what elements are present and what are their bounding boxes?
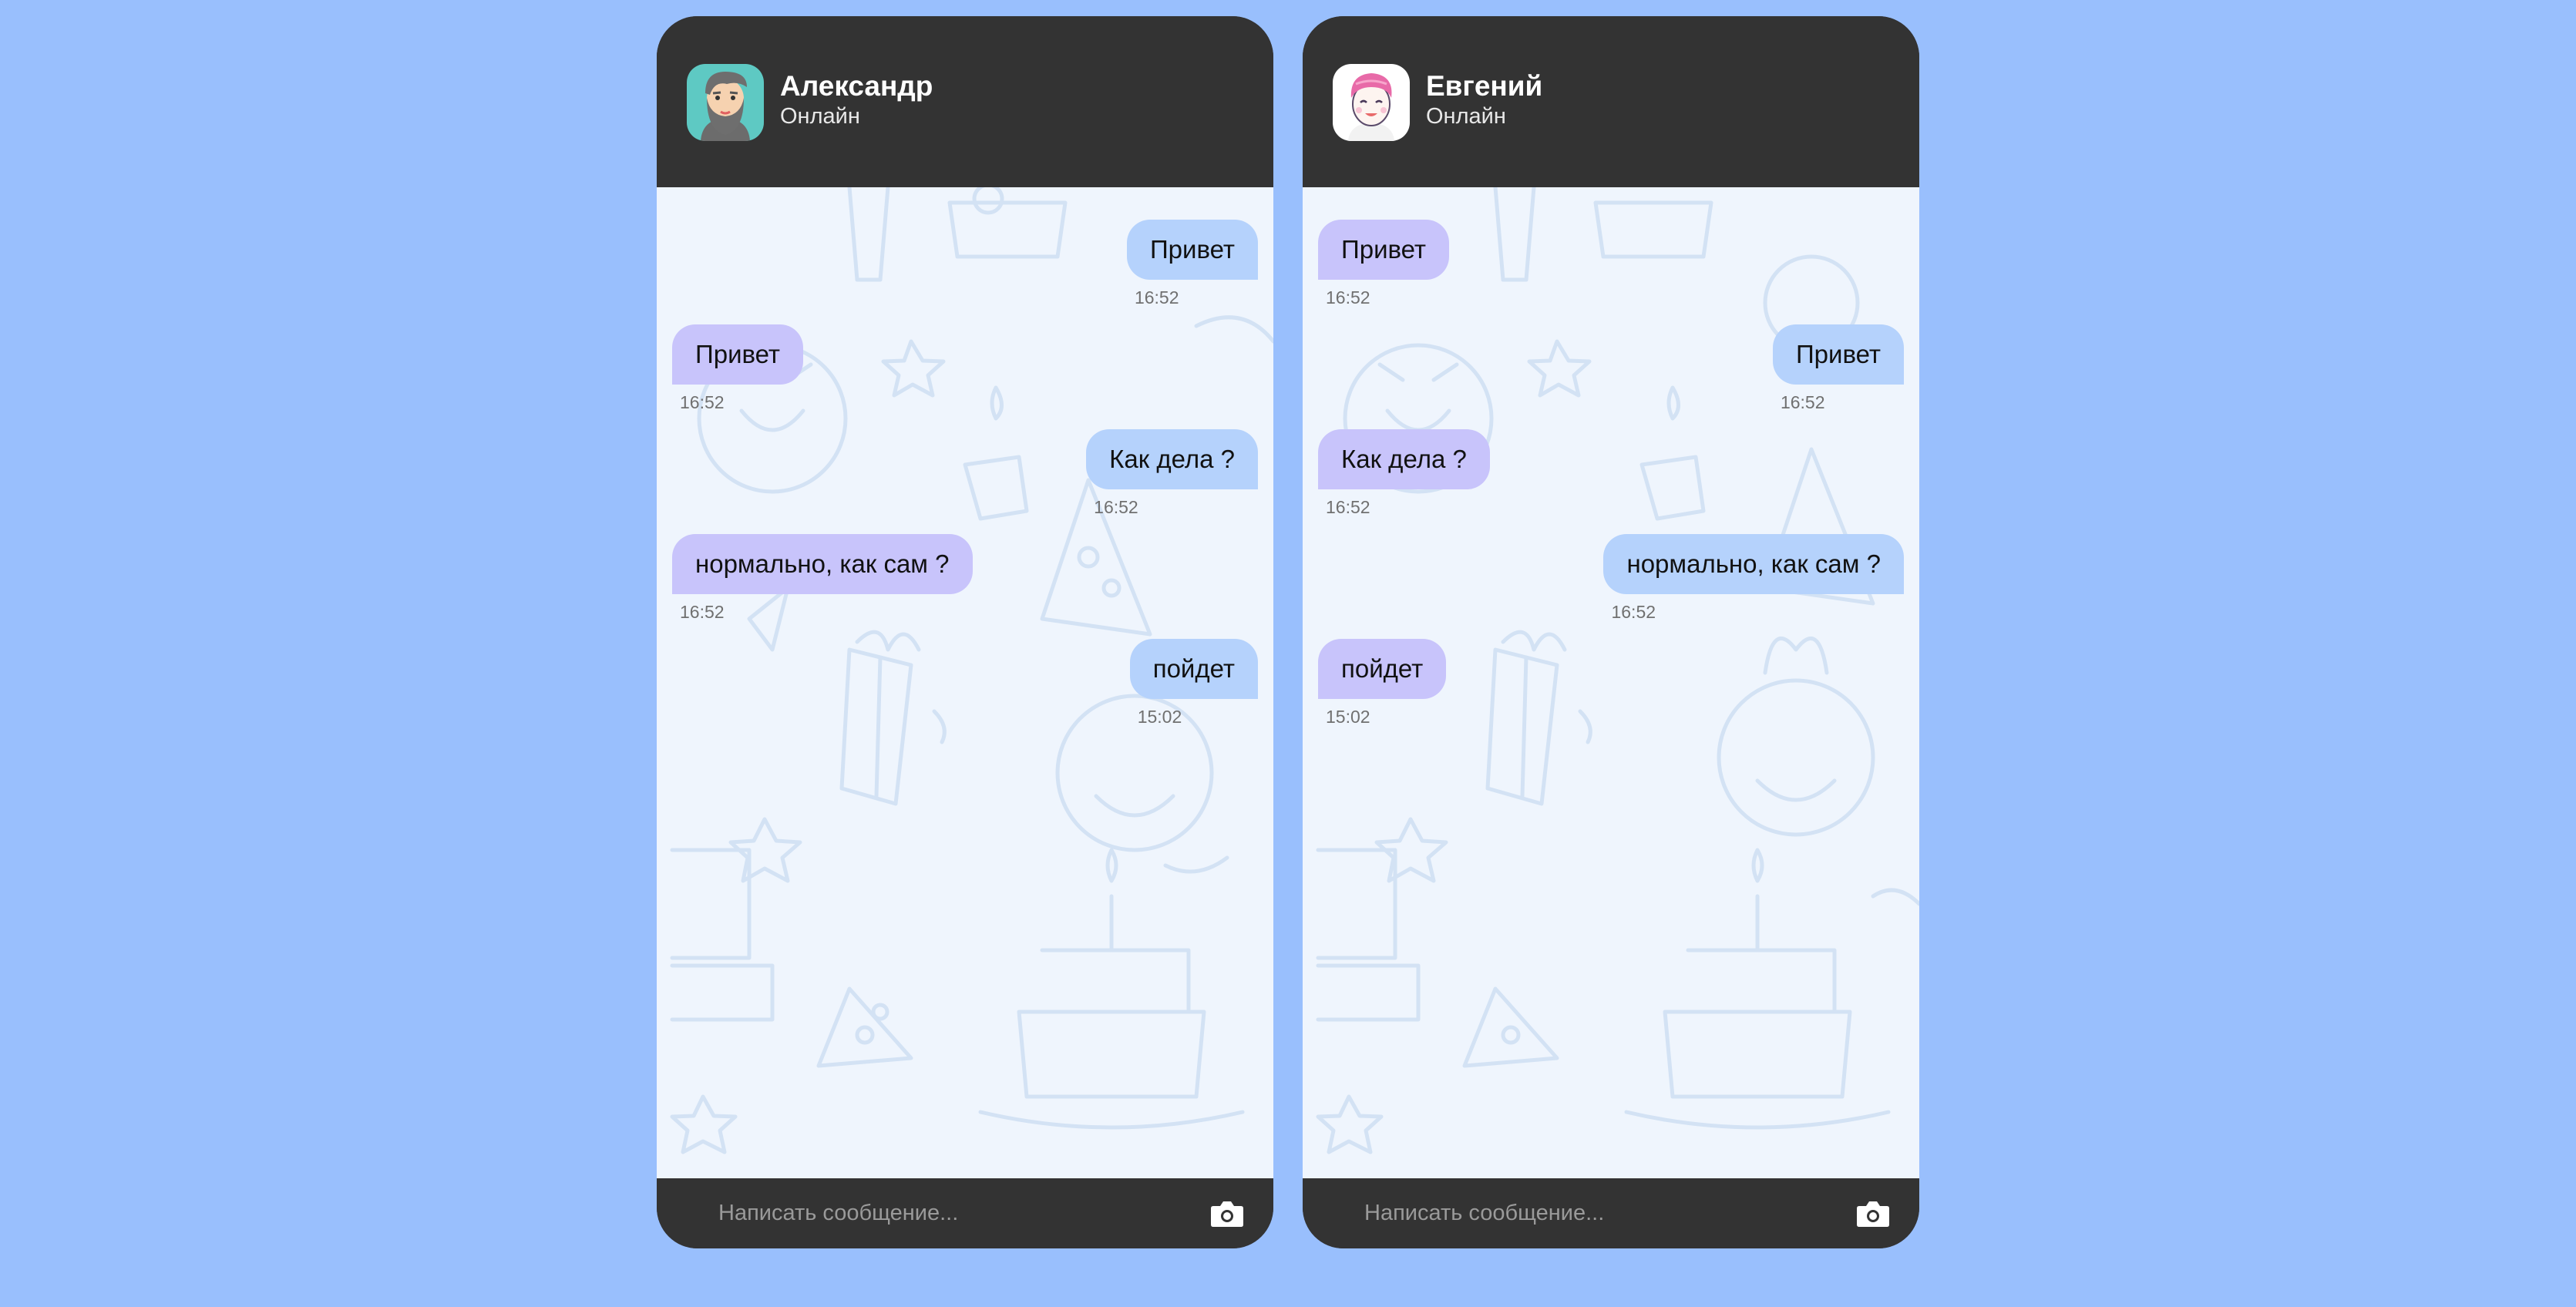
message-outgoing[interactable]: Как дела ? 16:52: [1086, 429, 1258, 518]
message-input[interactable]: [1364, 1178, 1796, 1248]
message-composer-bar: [1303, 1178, 1919, 1248]
message-incoming[interactable]: Привет 16:52: [672, 324, 804, 413]
pink-haired-person-avatar-icon[interactable]: [1333, 64, 1410, 141]
message-time: 16:52: [1326, 287, 1370, 307]
message-bubble[interactable]: Привет: [1318, 220, 1450, 280]
message-time: 16:52: [680, 602, 725, 622]
message-bubble[interactable]: Как дела ?: [1318, 429, 1490, 489]
message-outgoing[interactable]: пойдет 15:02: [1129, 639, 1258, 727]
message-bubble[interactable]: Привет: [1772, 324, 1904, 385]
camera-icon[interactable]: [1856, 1200, 1890, 1228]
contact-name: Евгений: [1426, 70, 1543, 102]
message-list[interactable]: Привет 16:52 Привет 16:52 Как дела ? 16:…: [1303, 187, 1919, 1178]
chat-demo-stage: Александр Онлайн Привет 16:52 Привет 16:…: [0, 0, 2576, 1307]
message-composer-bar: [657, 1178, 1273, 1248]
chat-header: Александр Онлайн: [657, 16, 1273, 187]
message-time: 16:52: [1094, 497, 1138, 517]
message-time: 16:52: [1326, 497, 1370, 517]
message-list[interactable]: Привет 16:52 Привет 16:52 Как дела ? 16:…: [657, 187, 1273, 1178]
message-time: 15:02: [1137, 707, 1182, 727]
chat-panel-right: Евгений Онлайн Привет 16:52 Привет 16:52…: [1303, 16, 1919, 1248]
chat-panel-left: Александр Онлайн Привет 16:52 Привет 16:…: [657, 16, 1273, 1248]
message-bubble[interactable]: Привет: [1126, 220, 1258, 280]
message-incoming[interactable]: нормально, как сам ? 16:52: [672, 534, 973, 623]
message-incoming[interactable]: пойдет 15:02: [1318, 639, 1447, 727]
message-time: 16:52: [1780, 392, 1825, 412]
message-time: 16:52: [680, 392, 725, 412]
message-bubble[interactable]: нормально, как сам ?: [672, 534, 973, 594]
message-time: 16:52: [1134, 287, 1179, 307]
message-outgoing[interactable]: Привет 16:52: [1772, 324, 1904, 413]
message-bubble[interactable]: нормально, как сам ?: [1603, 534, 1904, 594]
contact-name: Александр: [780, 70, 933, 102]
bearded-man-avatar-icon[interactable]: [687, 64, 764, 141]
message-bubble[interactable]: Привет: [672, 324, 804, 385]
message-input[interactable]: [718, 1178, 1150, 1248]
message-incoming[interactable]: Как дела ? 16:52: [1318, 429, 1490, 518]
message-bubble[interactable]: пойдет: [1129, 639, 1258, 699]
message-time: 15:02: [1326, 707, 1370, 727]
camera-icon[interactable]: [1210, 1200, 1244, 1228]
message-time: 16:52: [1611, 602, 1656, 622]
message-outgoing[interactable]: Привет 16:52: [1126, 220, 1258, 308]
chat-header: Евгений Онлайн: [1303, 16, 1919, 187]
contact-status: Онлайн: [1426, 104, 1506, 129]
message-bubble[interactable]: Как дела ?: [1086, 429, 1258, 489]
message-outgoing[interactable]: нормально, как сам ? 16:52: [1603, 534, 1904, 623]
contact-status: Онлайн: [780, 104, 860, 129]
message-bubble[interactable]: пойдет: [1318, 639, 1447, 699]
message-incoming[interactable]: Привет 16:52: [1318, 220, 1450, 308]
